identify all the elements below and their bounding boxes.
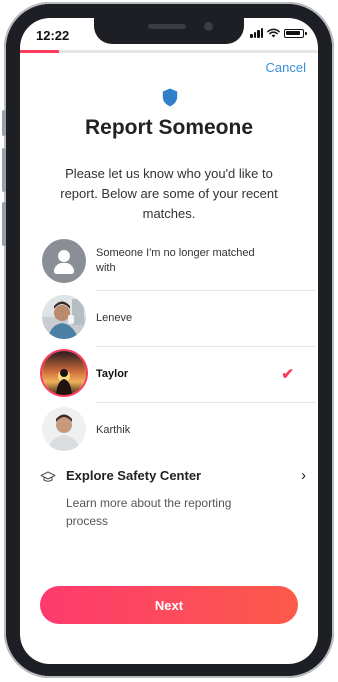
avatar: [42, 407, 86, 451]
battery-icon: [284, 28, 307, 38]
signal-icon: [250, 28, 263, 38]
chevron-right-icon: ›: [301, 467, 306, 484]
safety-center-description: Learn more about the reporting process: [66, 496, 232, 528]
match-list: Someone I'm no longer matched with Lenev…: [42, 235, 316, 459]
side-button: [2, 202, 6, 246]
status-bar: 12:22: [20, 18, 318, 48]
match-item-unmatched[interactable]: Someone I'm no longer matched with: [42, 235, 316, 291]
progress-fill: [20, 50, 59, 53]
next-button[interactable]: Next: [40, 586, 298, 624]
avatar: [42, 295, 86, 339]
avatar: [42, 351, 86, 395]
side-button: [2, 110, 6, 136]
notch: [94, 18, 244, 44]
status-icons: [250, 28, 307, 38]
match-name: Karthik: [96, 424, 131, 436]
side-button: [2, 148, 6, 192]
match-item-leneve[interactable]: Leneve: [42, 291, 316, 347]
checkmark-icon: ✔: [281, 366, 294, 383]
app-screen: 12:22 Cancel Report Someone Please let u…: [20, 18, 318, 664]
match-name: Leneve: [96, 312, 133, 324]
status-time: 12:22: [36, 28, 70, 43]
graduation-cap-icon: [40, 471, 56, 482]
match-item-taylor[interactable]: Taylor ✔: [42, 347, 316, 403]
wifi-icon: [267, 28, 280, 38]
page-intro: Please let us know who you'd like to rep…: [60, 166, 278, 221]
page-title: Report Someone: [84, 116, 254, 139]
match-name: Taylor: [96, 368, 129, 380]
person-placeholder-icon: [42, 239, 86, 283]
shield-icon: [162, 88, 178, 107]
progress-bar: [20, 50, 318, 53]
front-camera: [204, 22, 213, 31]
safety-center-title: Explore Safety Center: [66, 468, 202, 483]
speaker: [148, 24, 186, 29]
match-name: Someone I'm no longer matched with: [96, 247, 255, 274]
cancel-button[interactable]: Cancel: [266, 60, 306, 75]
match-item-karthik[interactable]: Karthik: [42, 403, 316, 459]
